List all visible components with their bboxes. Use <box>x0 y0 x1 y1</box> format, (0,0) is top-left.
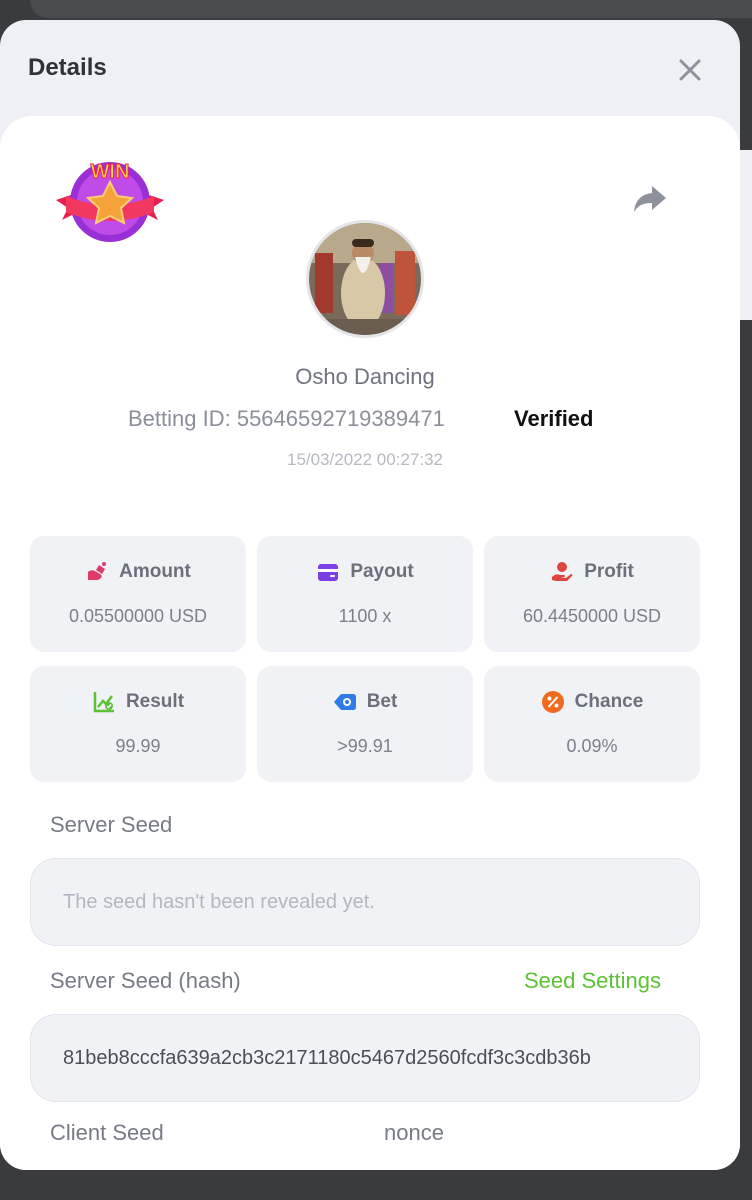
stat-payout: Payout 1100 x <box>257 536 473 652</box>
profit-icon <box>552 562 573 581</box>
server-seed-hash-field[interactable]: 81beb8cccfa639a2cb3c2171180c5467d2560fcd… <box>30 1014 700 1102</box>
svg-text:WIN: WIN <box>91 161 130 183</box>
stat-bet: Bet >99.91 <box>257 666 473 782</box>
wallet-icon <box>318 564 339 581</box>
stat-label: Amount <box>119 561 191 582</box>
server-seed-hash-label: Server Seed (hash) <box>50 968 241 993</box>
server-seed-label: Server Seed <box>50 812 173 837</box>
details-modal: Details WIN Osho Dancing Betting ID: 556… <box>0 20 740 1170</box>
game-avatar <box>306 220 424 338</box>
share-icon[interactable] <box>630 178 670 218</box>
stat-chance: Chance 0.09% <box>484 666 700 782</box>
nonce-label: nonce <box>384 1120 444 1145</box>
bet-ticket-icon <box>333 694 356 710</box>
stat-label: Profit <box>584 561 634 582</box>
stat-value: 60.4450000 USD <box>522 606 662 626</box>
game-name: Osho Dancing <box>295 364 435 389</box>
stat-value: >99.91 <box>337 736 393 756</box>
stat-value: 0.05500000 USD <box>68 606 208 626</box>
stat-result: Result 99.99 <box>30 666 246 782</box>
server-seed-field[interactable]: The seed hasn't been revealed yet. <box>30 858 700 946</box>
stat-value: 1100 x <box>338 606 392 626</box>
bet-timestamp: 15/03/2022 00:27:32 <box>287 450 443 469</box>
stat-label: Result <box>125 691 185 712</box>
stat-value: 99.99 <box>115 736 161 756</box>
game-thumbnail-image <box>309 223 421 335</box>
stat-label: Chance <box>574 691 644 712</box>
percent-icon <box>541 691 564 713</box>
betting-id: Betting ID: 55646592719389471 <box>128 406 445 431</box>
background-top-bar <box>30 0 752 18</box>
server-seed-hash-value: 81beb8cccfa639a2cb3c2171180c5467d2560fcd… <box>63 1046 591 1069</box>
modal-title: Details <box>28 54 107 81</box>
amount-icon <box>88 562 107 580</box>
verified-status: Verified <box>514 406 594 431</box>
details-card: WIN Osho Dancing Betting ID: 55646592719… <box>0 116 740 1170</box>
result-chart-icon <box>93 692 114 713</box>
stat-label: Bet <box>366 691 398 712</box>
seed-settings-link[interactable]: Seed Settings <box>524 968 661 994</box>
close-button[interactable] <box>672 52 708 88</box>
stat-amount: Amount 0.05500000 USD <box>30 536 246 652</box>
background-panel-edge <box>738 150 752 320</box>
stat-label: Payout <box>350 561 414 582</box>
close-icon <box>679 59 701 81</box>
stat-profit: Profit 60.4450000 USD <box>484 536 700 652</box>
stat-value: 0.09% <box>566 736 618 756</box>
win-badge-icon: WIN <box>56 161 164 242</box>
client-seed-label: Client Seed <box>50 1120 164 1145</box>
